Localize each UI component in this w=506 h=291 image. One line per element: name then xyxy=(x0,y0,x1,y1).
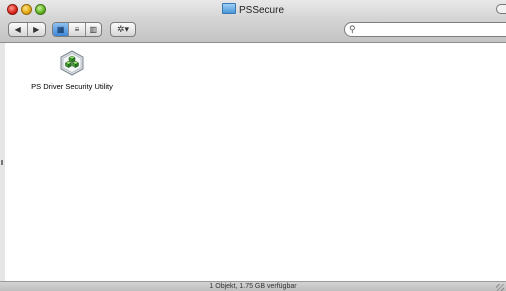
gear-icon: ✲▾ xyxy=(116,24,130,34)
finder-window: PSSecure ◀ ▶ ▦ ≡ ▥ ✲▾ ⚲ PS Driver Securi… xyxy=(0,0,506,291)
resize-handle-icon[interactable] xyxy=(496,284,504,291)
list-view-button[interactable]: ≡ xyxy=(68,23,84,36)
column-view-button[interactable]: ▥ xyxy=(84,23,101,36)
back-button[interactable]: ◀ xyxy=(9,23,27,36)
search-input[interactable] xyxy=(361,24,501,35)
window-title-text: PSSecure xyxy=(238,5,285,16)
search-field[interactable]: ⚲ xyxy=(344,22,506,37)
icon-view-button[interactable]: ▦ xyxy=(53,23,69,36)
back-forward-buttons: ◀ ▶ xyxy=(8,22,46,37)
status-text: 1 Objekt, 1.75 GB verfügbar xyxy=(209,283,297,290)
action-menu-button[interactable]: ✲▾ xyxy=(110,22,136,37)
file-item[interactable]: PS Driver Security Utility xyxy=(19,50,125,91)
search-icon: ⚲ xyxy=(349,24,356,34)
green-cubes-app-icon xyxy=(59,50,85,76)
toolbar: PSSecure ◀ ▶ ▦ ≡ ▥ ✲▾ ⚲ xyxy=(0,0,506,43)
sidebar-handle[interactable] xyxy=(1,160,3,165)
view-mode-buttons: ▦ ≡ ▥ xyxy=(52,22,102,37)
file-name: PS Driver Security Utility xyxy=(31,82,113,91)
window-title: PSSecure xyxy=(0,3,506,16)
file-area[interactable]: PS Driver Security Utility xyxy=(5,43,506,281)
forward-button[interactable]: ▶ xyxy=(26,23,46,36)
status-bar: 1 Objekt, 1.75 GB verfügbar xyxy=(0,281,506,291)
toolbar-toggle-button[interactable] xyxy=(496,4,506,14)
folder-icon xyxy=(221,3,236,14)
